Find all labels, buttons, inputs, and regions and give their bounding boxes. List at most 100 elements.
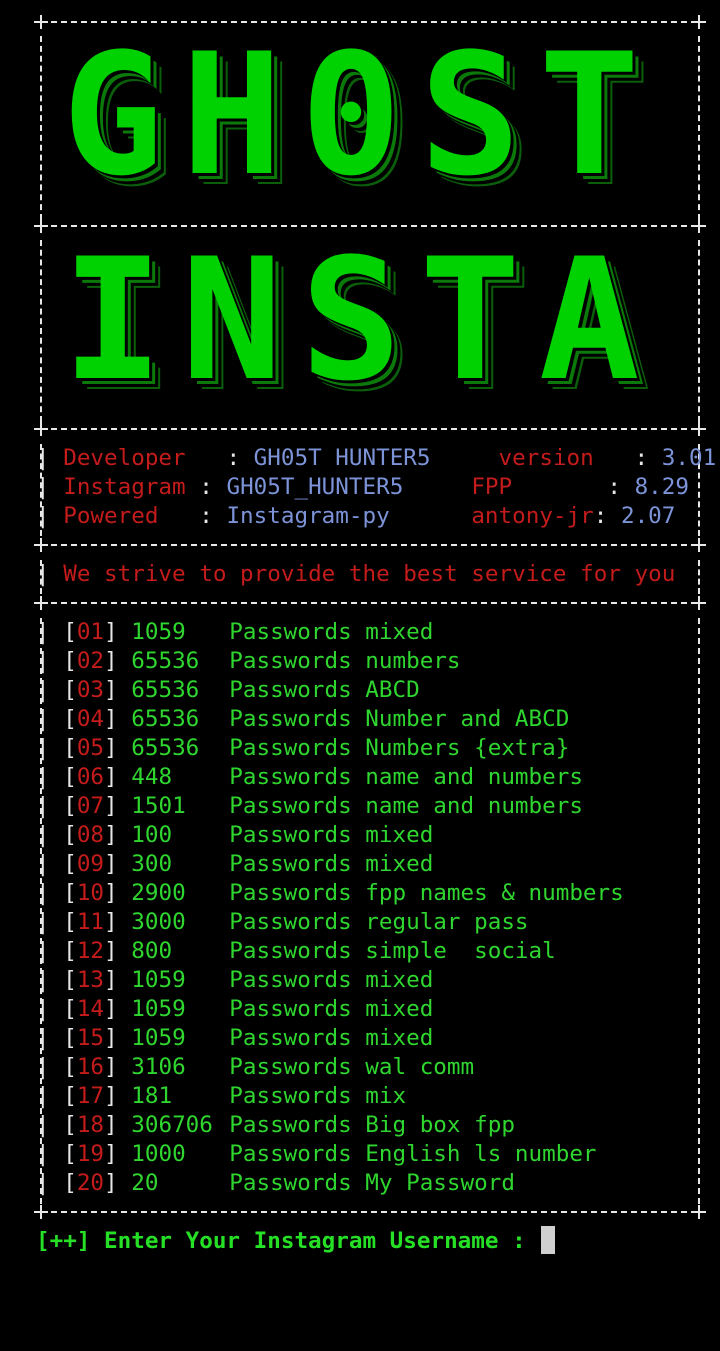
menu-item[interactable]: | [16] 3106 Passwords wal comm: [36, 1053, 474, 1081]
border-right: [698, 618, 700, 1204]
bracket-close: ]: [104, 1141, 132, 1167]
bracket-close: ]: [104, 1112, 132, 1138]
menu-item-count: 1059: [131, 1025, 186, 1051]
menu-item[interactable]: | [03] 65536 Passwords ABCD: [36, 676, 420, 704]
menu-item-description: Passwords My Password: [229, 1170, 515, 1196]
menu-item-count: 3106: [131, 1054, 186, 1080]
menu-item[interactable]: | [07] 1501 Passwords name and numbers: [36, 792, 583, 820]
bracket-open: [: [63, 967, 77, 993]
menu-item[interactable]: | [14] 1059 Passwords mixed: [36, 995, 433, 1023]
separator: [41, 1211, 697, 1213]
bracket-close: ]: [104, 938, 132, 964]
menu-item-number: 17: [76, 1083, 105, 1109]
menu-item-description: Passwords Big box fpp: [229, 1112, 515, 1138]
menu-item[interactable]: | [13] 1059 Passwords mixed: [36, 966, 433, 994]
menu-item[interactable]: | [06] 448 Passwords name and numbers: [36, 763, 583, 791]
separator: [41, 602, 697, 604]
terminal-screen: GH0ST INSTA | Developer : GH05T HUNTER5 …: [0, 0, 720, 1351]
info-value: 2.07: [620, 503, 676, 529]
menu-item-number: 20: [76, 1170, 105, 1196]
info-row: | Instagram : GH05T_HUNTER5 FPP : 8.29: [36, 474, 689, 500]
menu-item-description: Passwords regular pass: [229, 909, 529, 935]
info-row: | Powered : Instagram-py antony-jr: 2.07: [36, 503, 676, 529]
corner: [34, 596, 48, 610]
menu-item[interactable]: | [05] 65536 Passwords Numbers {extra}: [36, 734, 569, 762]
menu-item-description: Passwords ABCD: [229, 677, 420, 703]
menu-item[interactable]: | [04] 65536 Passwords Number and ABCD: [36, 705, 569, 733]
bracket-open: [: [63, 880, 77, 906]
menu-item-count: 20: [131, 1170, 159, 1196]
menu-item-description: Passwords wal comm: [229, 1054, 475, 1080]
row-border: |: [36, 880, 64, 906]
menu-item-number: 04: [76, 706, 105, 732]
menu-item[interactable]: | [11] 3000 Passwords regular pass: [36, 908, 529, 936]
bracket-open: [: [63, 938, 77, 964]
bracket-open: [: [63, 1083, 77, 1109]
banner-title-line1: GH0ST: [62, 17, 658, 213]
row-border: |: [36, 735, 64, 761]
menu-item-description: Passwords name and numbers: [229, 793, 583, 819]
tagline: We strive to provide the best service fo…: [63, 561, 676, 587]
bracket-open: [: [63, 764, 77, 790]
bracket-open: [: [63, 648, 77, 674]
bracket-open: [: [63, 677, 77, 703]
menu-item[interactable]: | [17] 181 Passwords mix: [36, 1082, 406, 1110]
row-border: |: [36, 764, 64, 790]
corner: [34, 422, 48, 436]
menu-item[interactable]: | [09] 300 Passwords mixed: [36, 850, 433, 878]
username-prompt[interactable]: [++] Enter Your Instagram Username :: [36, 1226, 556, 1256]
menu-item[interactable]: | [12] 800 Passwords simple social: [36, 937, 556, 965]
row-border: |: [36, 1025, 64, 1051]
bracket-open: [: [63, 822, 77, 848]
text-cursor[interactable]: [541, 1226, 556, 1254]
menu-item-number: 16: [76, 1054, 105, 1080]
bracket-open: [: [63, 851, 77, 877]
menu-item-number: 19: [76, 1141, 105, 1167]
bracket-close: ]: [104, 764, 132, 790]
menu-item-count: 1000: [131, 1141, 186, 1167]
row-border: |: [36, 1054, 64, 1080]
menu-item-number: 12: [76, 938, 105, 964]
menu-item[interactable]: | [10] 2900 Passwords fpp names & numbers: [36, 879, 624, 907]
bracket-open: [: [63, 706, 77, 732]
menu-item-description: Passwords name and numbers: [229, 764, 583, 790]
menu-item-description: Passwords mixed: [229, 1025, 434, 1051]
row-border: |: [36, 648, 64, 674]
bracket-close: ]: [104, 1054, 132, 1080]
menu-item[interactable]: | [02] 65536 Passwords numbers: [36, 647, 461, 675]
prompt-label: [++] Enter Your Instagram Username :: [36, 1228, 540, 1254]
menu-item-count: 100: [131, 822, 173, 848]
info-key: version: [498, 445, 594, 471]
menu-item-description: Passwords numbers: [229, 648, 461, 674]
menu-item-description: Passwords mixed: [229, 822, 434, 848]
menu-item[interactable]: | [15] 1059 Passwords mixed: [36, 1024, 433, 1052]
bracket-open: [: [63, 793, 77, 819]
menu-item-count: 300: [131, 851, 173, 877]
menu-item-count: 181: [131, 1083, 173, 1109]
bracket-open: [: [63, 1112, 77, 1138]
bracket-open: [: [63, 619, 77, 645]
row-border: |: [36, 909, 64, 935]
bracket-open: [: [63, 909, 77, 935]
corner: [692, 422, 706, 436]
menu-item-count: 2900: [131, 880, 186, 906]
bracket-close: ]: [104, 1025, 132, 1051]
info-value: 3.01: [661, 445, 717, 471]
menu-item[interactable]: | [08] 100 Passwords mixed: [36, 821, 433, 849]
bracket-close: ]: [104, 706, 132, 732]
row-border: |: [36, 996, 64, 1022]
menu-item-number: 03: [76, 677, 105, 703]
menu-item-description: Passwords mix: [229, 1083, 407, 1109]
menu-item[interactable]: | [20] 20 Passwords My Password: [36, 1169, 515, 1197]
menu-item[interactable]: | [01] 1059 Passwords mixed: [36, 618, 433, 646]
bracket-close: ]: [104, 793, 132, 819]
menu-item[interactable]: | [18] 306706 Passwords Big box fpp: [36, 1111, 515, 1139]
info-key: Developer: [63, 445, 186, 471]
menu-item-description: Passwords Numbers {extra}: [229, 735, 570, 761]
row-border: |: [36, 822, 64, 848]
info-value: GH05T HUNTER5: [253, 445, 431, 471]
menu-item-count: 1059: [131, 619, 186, 645]
menu-item[interactable]: | [19] 1000 Passwords English ls number: [36, 1140, 597, 1168]
menu-item-count: 65536: [131, 735, 200, 761]
bracket-close: ]: [104, 677, 132, 703]
